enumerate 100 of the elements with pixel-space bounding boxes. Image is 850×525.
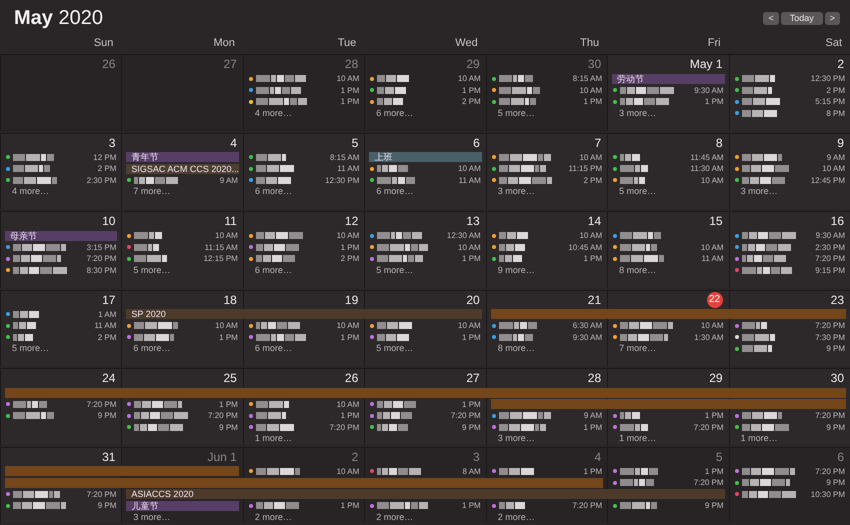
more-link[interactable]: 1 more… <box>607 433 729 444</box>
more-link[interactable]: 2 more… <box>486 512 608 523</box>
event-banner[interactable]: 劳动节 <box>612 74 725 84</box>
event-banner[interactable]: SIGSAC ACM CCS 2020... <box>126 164 239 174</box>
event-time: 10 AM <box>336 400 360 409</box>
event-time: 9:30 AM <box>816 231 845 240</box>
more-link[interactable]: 3 more… <box>728 186 850 198</box>
event-banner[interactable] <box>364 309 482 319</box>
pixelated-title <box>134 333 174 342</box>
event-time: 9 PM <box>219 422 238 432</box>
pixelated-title <box>256 164 294 173</box>
pixelated-title <box>256 502 299 510</box>
more-link[interactable]: 2 more… <box>364 512 486 523</box>
pixelated-title <box>620 176 646 184</box>
pixelated-title <box>498 412 551 420</box>
event-time: 10 AM <box>336 321 360 330</box>
event-time: 1 PM <box>704 97 724 106</box>
next-button[interactable]: > <box>824 12 840 24</box>
more-link[interactable]: 5 more… <box>607 186 729 198</box>
pixelated-title <box>498 333 533 342</box>
more-link[interactable]: 5 more… <box>486 108 608 119</box>
pixelated-title <box>498 74 533 83</box>
event-time: 10 AM <box>579 86 602 95</box>
more-link[interactable]: 5 more… <box>0 343 122 354</box>
more-link[interactable]: 3 more… <box>121 512 243 523</box>
pixelated-title <box>620 502 658 510</box>
more-link[interactable]: 4 more… <box>0 186 122 198</box>
pixelated-title <box>742 423 789 432</box>
more-link[interactable]: 3 more… <box>607 108 729 119</box>
pixelated-title <box>377 176 416 184</box>
event-time: 10 AM <box>458 164 481 174</box>
event-time: 10 AM <box>579 231 602 240</box>
pixelated-title <box>13 153 54 162</box>
event-banner[interactable] <box>5 466 122 476</box>
event-banner[interactable] <box>607 489 725 499</box>
more-link[interactable]: 5 more… <box>364 264 486 276</box>
more-link[interactable]: 1 more… <box>242 433 364 444</box>
pixelated-title <box>620 412 640 420</box>
pixelated-title <box>134 322 178 330</box>
event-time: 11 AM <box>458 176 481 185</box>
event-time: 10 AM <box>822 164 845 174</box>
event-banner[interactable]: SP 2020 <box>126 309 243 319</box>
pixelated-title <box>134 412 188 420</box>
event-time: 7:20 PM <box>694 478 724 488</box>
event-time: 10 AM <box>700 242 724 252</box>
event-banner[interactable] <box>490 399 608 409</box>
more-link[interactable]: 3 more… <box>486 186 608 198</box>
month-title: May 2020 <box>14 6 103 30</box>
more-link[interactable]: 4 more… <box>242 108 364 119</box>
more-link[interactable]: 9 more… <box>486 264 608 276</box>
day-number: 30 <box>588 58 602 71</box>
more-link[interactable]: 1 more… <box>728 433 850 444</box>
more-link[interactable]: 5 more… <box>121 264 243 276</box>
event-banner[interactable] <box>121 466 239 476</box>
event-time: 10 AM <box>336 74 360 84</box>
pixelated-title <box>134 254 168 263</box>
day-number: 31 <box>102 450 116 464</box>
event-time: 12:45 PM <box>810 176 845 185</box>
event-banner[interactable] <box>490 309 608 319</box>
event-time: 8 PM <box>826 108 845 118</box>
pixelated-title <box>742 333 775 342</box>
previous-button[interactable]: < <box>763 12 779 24</box>
pixelated-title <box>256 412 286 420</box>
more-link[interactable]: 6 more… <box>242 343 364 354</box>
event-time: 1 PM <box>462 501 481 510</box>
more-link[interactable]: 8 more… <box>486 343 608 354</box>
more-link[interactable]: 3 more… <box>486 433 608 444</box>
more-link[interactable]: 6 more… <box>364 108 486 119</box>
event-banner[interactable]: ASIACCS 2020 <box>126 489 243 499</box>
day-number: 4 <box>594 450 602 464</box>
event-time: 7:20 PM <box>450 411 481 420</box>
more-link[interactable]: 6 more… <box>364 186 486 198</box>
event-banner[interactable] <box>5 388 122 398</box>
day-number: 26 <box>344 372 358 385</box>
event-banner[interactable]: 上班 <box>369 152 482 162</box>
event-banner[interactable]: 儿童节 <box>126 500 239 510</box>
event-banner[interactable] <box>5 478 122 488</box>
pixelated-title <box>742 109 777 118</box>
event-time: 1:30 AM <box>694 332 724 342</box>
event-time: 1 PM <box>704 466 724 476</box>
pixelated-title <box>742 490 796 498</box>
more-link[interactable]: 7 more… <box>607 343 729 354</box>
more-link[interactable]: 5 more… <box>364 343 486 354</box>
more-link[interactable]: 6 more… <box>121 343 243 354</box>
more-link[interactable]: 7 more… <box>121 186 243 198</box>
day-number: 16 <box>830 215 844 228</box>
event-banner[interactable]: 母亲节 <box>5 230 118 240</box>
event-time: 11:30 AM <box>690 164 724 174</box>
more-link[interactable]: 6 more… <box>242 264 364 276</box>
more-link[interactable]: 2 more… <box>242 512 364 523</box>
event-banner[interactable]: 青年节 <box>126 152 239 162</box>
event-time: 7:20 PM <box>208 411 238 420</box>
event-banner[interactable] <box>728 399 846 409</box>
more-link[interactable]: 8 more… <box>607 264 729 276</box>
event-banner[interactable] <box>728 309 846 319</box>
today-button[interactable]: Today <box>780 12 823 24</box>
more-link[interactable]: 6 more… <box>242 186 364 198</box>
event-time: 12:30 PM <box>810 74 845 84</box>
pixelated-title <box>498 86 540 94</box>
pixelated-title <box>13 400 47 408</box>
